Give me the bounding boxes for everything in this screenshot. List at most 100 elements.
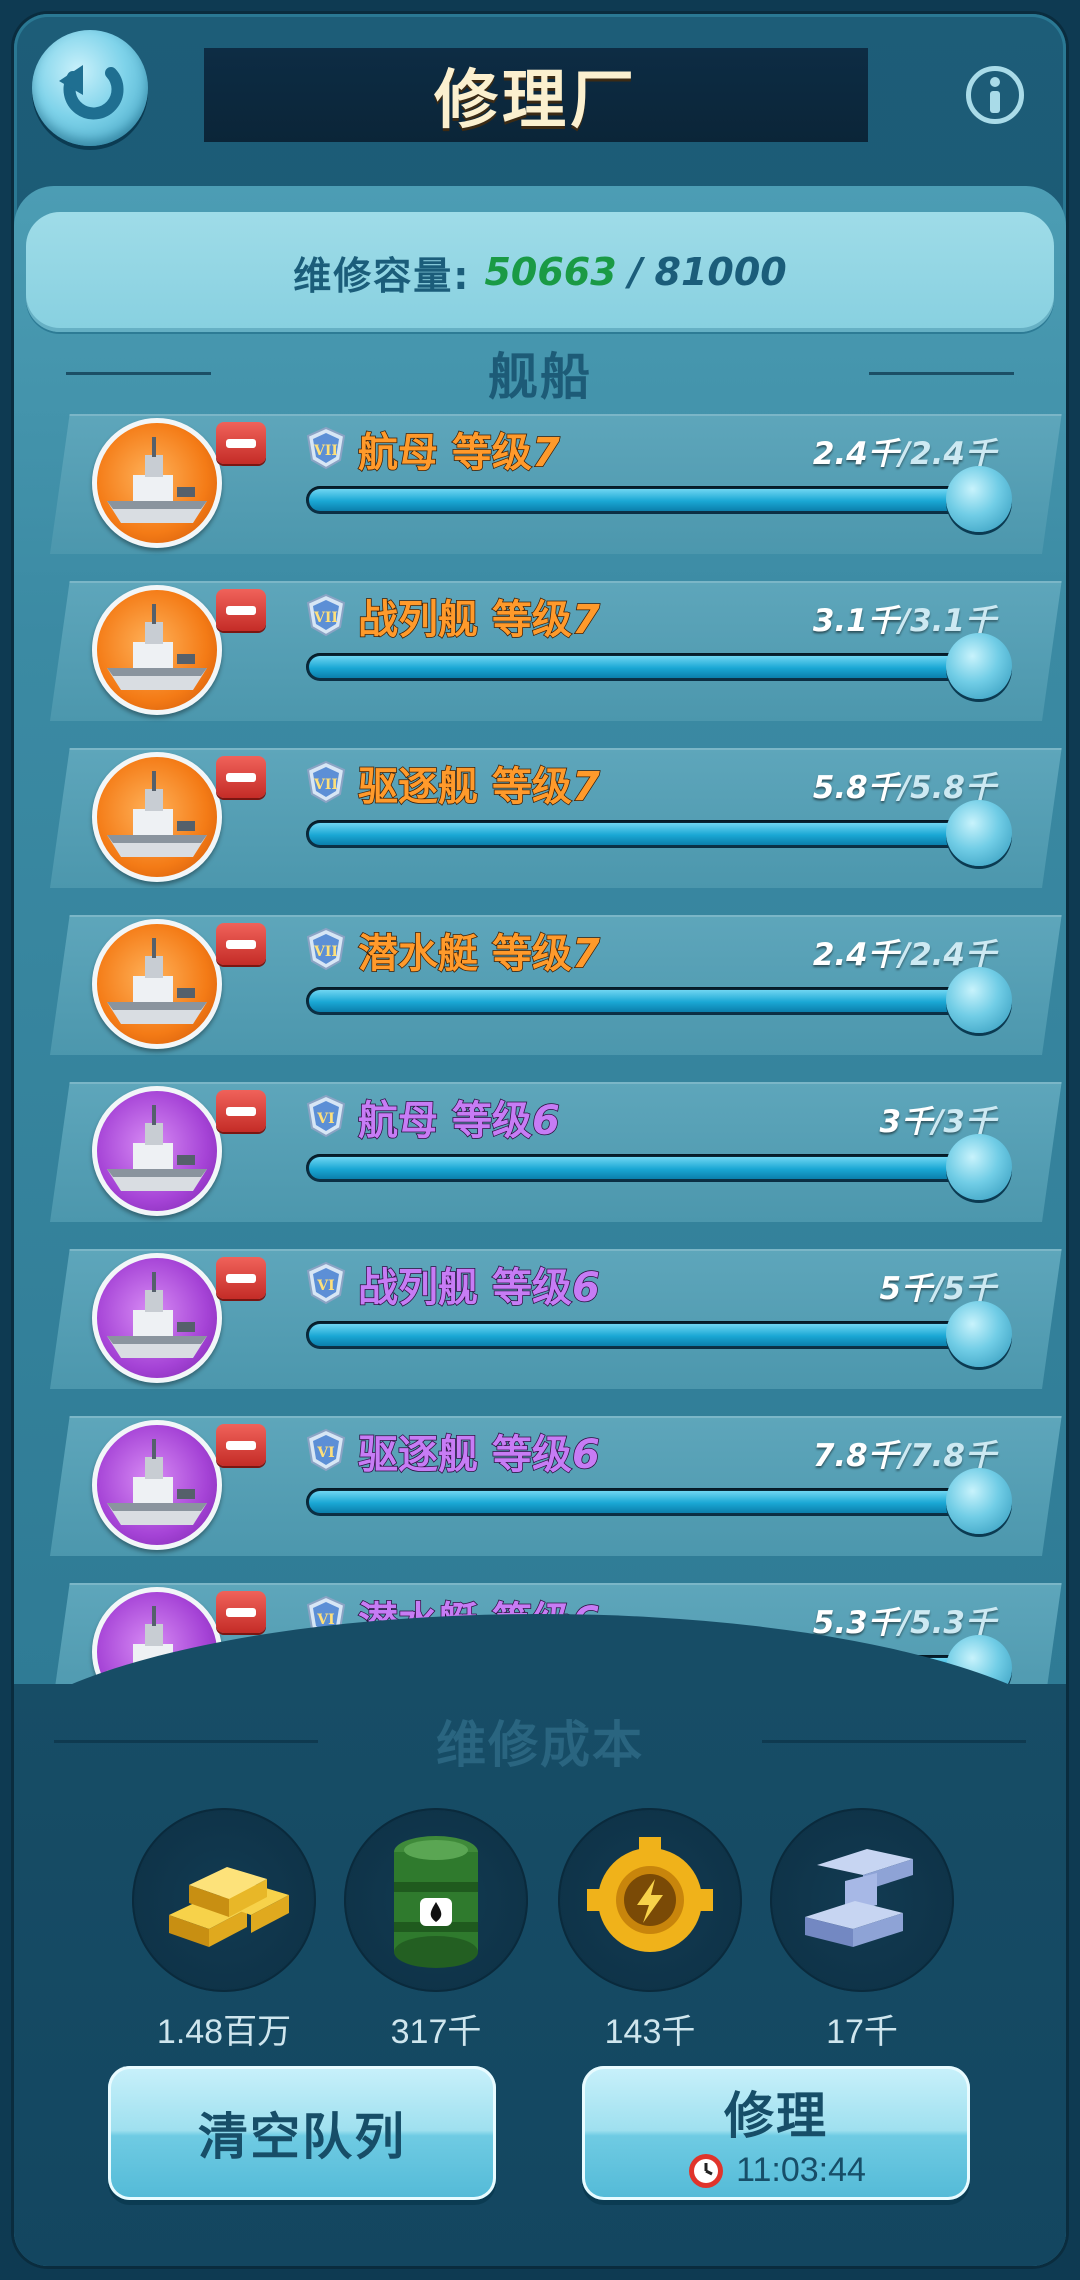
- clear-queue-label: 清空队列: [198, 2108, 406, 2166]
- tier-label: VII: [313, 443, 338, 459]
- health-current: 3.1千: [812, 603, 899, 639]
- health-current: 2.4千: [812, 937, 899, 973]
- remove-ship-button[interactable]: [216, 756, 266, 798]
- ship-health: 2.4千/2.4千: [813, 929, 996, 974]
- repair-amount-slider[interactable]: [306, 1134, 1012, 1200]
- cost-section-header: 维修成本: [14, 1706, 1066, 1776]
- repair-amount-slider[interactable]: [306, 1301, 1012, 1367]
- cost-amount: 317千: [390, 2013, 482, 2051]
- ship-level: 7: [571, 596, 600, 644]
- slider-fill: [309, 823, 983, 845]
- ship-icon: [107, 771, 207, 857]
- tier-badge-icon: VII: [306, 927, 346, 971]
- repair-button[interactable]: 修理 11:03:44: [582, 2066, 970, 2200]
- slider-handle[interactable]: [946, 633, 1012, 699]
- repair-amount-slider[interactable]: [306, 633, 1012, 699]
- clear-queue-button[interactable]: 清空队列: [108, 2066, 496, 2200]
- ship-health: 5.8千/5.8千: [813, 762, 996, 807]
- remove-ship-button[interactable]: [216, 589, 266, 631]
- minus-icon: [226, 939, 256, 949]
- ship-name: 驱逐舰 等级6: [357, 1422, 600, 1480]
- cost-energy: 143千: [556, 1808, 744, 2051]
- ship-name: 战列舰 等级6: [357, 1255, 600, 1313]
- resource-slot: [132, 1808, 316, 1992]
- ship-name: 战列舰 等级7: [357, 587, 600, 645]
- ship-icon: [107, 604, 207, 690]
- ship-level: 7: [571, 930, 600, 978]
- slider-handle[interactable]: [946, 1301, 1012, 1367]
- ship-row[interactable]: VII 战列舰 等级7 3.1千/3.1千: [50, 581, 1062, 721]
- slider-fill: [309, 1324, 983, 1346]
- ship-icon: [107, 938, 207, 1024]
- resource-slot: [344, 1808, 528, 1992]
- remove-ship-button[interactable]: [216, 1257, 266, 1299]
- ship-icon: [107, 1105, 207, 1191]
- tier-label: VII: [313, 610, 338, 626]
- ship-health: 3.1千/3.1千: [813, 595, 996, 640]
- ship-level: 7: [531, 429, 560, 477]
- slider-handle[interactable]: [946, 466, 1012, 532]
- minus-icon: [226, 438, 256, 448]
- ship-name: 航母 等级7: [357, 420, 560, 478]
- cost-section-title: 维修成本: [436, 1716, 644, 1774]
- ship-type: 航母: [357, 429, 439, 477]
- ship-row[interactable]: VI 战列舰 等级6 5千/5千: [50, 1249, 1062, 1389]
- minus-icon: [226, 1607, 256, 1617]
- slider-handle[interactable]: [946, 800, 1012, 866]
- gold-bars-icon: [169, 1867, 289, 1947]
- ship-row[interactable]: VII 航母 等级7 2.4千/2.4千: [50, 414, 1062, 554]
- repair-amount-slider[interactable]: [306, 967, 1012, 1033]
- slider-fill: [309, 489, 983, 511]
- tier-badge-icon: VII: [306, 426, 346, 470]
- remove-ship-button[interactable]: [216, 1591, 266, 1633]
- ship-row[interactable]: VII 驱逐舰 等级7 5.8千/5.8千: [50, 748, 1062, 888]
- ship-type: 航母: [357, 1097, 439, 1145]
- ship-level-label: 等级: [451, 1097, 533, 1145]
- energy-gear-icon: [587, 1837, 713, 1952]
- ship-icon: [107, 1439, 207, 1525]
- ship-level: 6: [571, 1264, 600, 1312]
- slider-handle[interactable]: [946, 967, 1012, 1033]
- repair-amount-slider[interactable]: [306, 1468, 1012, 1534]
- steel-ingots-icon: [805, 1849, 913, 1947]
- slider-handle[interactable]: [946, 1468, 1012, 1534]
- ship-name: 驱逐舰 等级7: [357, 754, 600, 812]
- health-current: 7.8千: [812, 1438, 899, 1474]
- remove-ship-button[interactable]: [216, 422, 266, 464]
- ship-row[interactable]: VI 驱逐舰 等级6 7.8千/7.8千: [50, 1416, 1062, 1556]
- ship-avatar: [92, 1420, 222, 1550]
- repair-time: 11:03:44: [736, 2150, 866, 2189]
- health-current: 5千: [879, 1271, 933, 1307]
- ship-row[interactable]: VII 潜水艇 等级7 2.4千/2.4千: [50, 915, 1062, 1055]
- repair-timer: 11:03:44: [686, 2150, 866, 2190]
- ship-level: 6: [571, 1431, 600, 1479]
- tier-badge-icon: VI: [306, 1428, 346, 1472]
- repair-amount-slider[interactable]: [306, 800, 1012, 866]
- remove-ship-button[interactable]: [216, 1090, 266, 1132]
- remove-ship-button[interactable]: [216, 1424, 266, 1466]
- tier-label: VII: [313, 944, 338, 960]
- ship-health: 7.8千/7.8千: [813, 1430, 996, 1475]
- tier-badge-icon: VII: [306, 593, 346, 637]
- remove-ship-button[interactable]: [216, 923, 266, 965]
- slider-fill: [309, 1491, 983, 1513]
- ship-avatar: [92, 1086, 222, 1216]
- ship-type: 驱逐舰: [357, 763, 479, 811]
- ship-level-label: 等级: [451, 429, 533, 477]
- ship-row[interactable]: VI 航母 等级6 3千/3千: [50, 1082, 1062, 1222]
- repair-amount-slider[interactable]: [306, 466, 1012, 532]
- ship-type: 潜水艇: [357, 930, 479, 978]
- tier-label: VI: [316, 1111, 334, 1127]
- ship-level: 6: [531, 1097, 560, 1145]
- divider-left: [54, 1739, 318, 1743]
- minus-icon: [226, 605, 256, 615]
- repair-factory-window: 修理厂 维修容量: 50663 / 81000 舰船 VII 航母 等级7 2.…: [14, 14, 1066, 2266]
- minus-icon: [226, 1273, 256, 1283]
- tier-badge-icon: VI: [306, 1261, 346, 1305]
- clock-icon: [689, 2154, 724, 2188]
- cost-amount: 17千: [826, 2013, 898, 2051]
- repair-label: 修理: [724, 2087, 828, 2145]
- cost-steel: 17千: [768, 1808, 956, 2051]
- slider-handle[interactable]: [946, 1134, 1012, 1200]
- ship-type: 驱逐舰: [357, 1431, 479, 1479]
